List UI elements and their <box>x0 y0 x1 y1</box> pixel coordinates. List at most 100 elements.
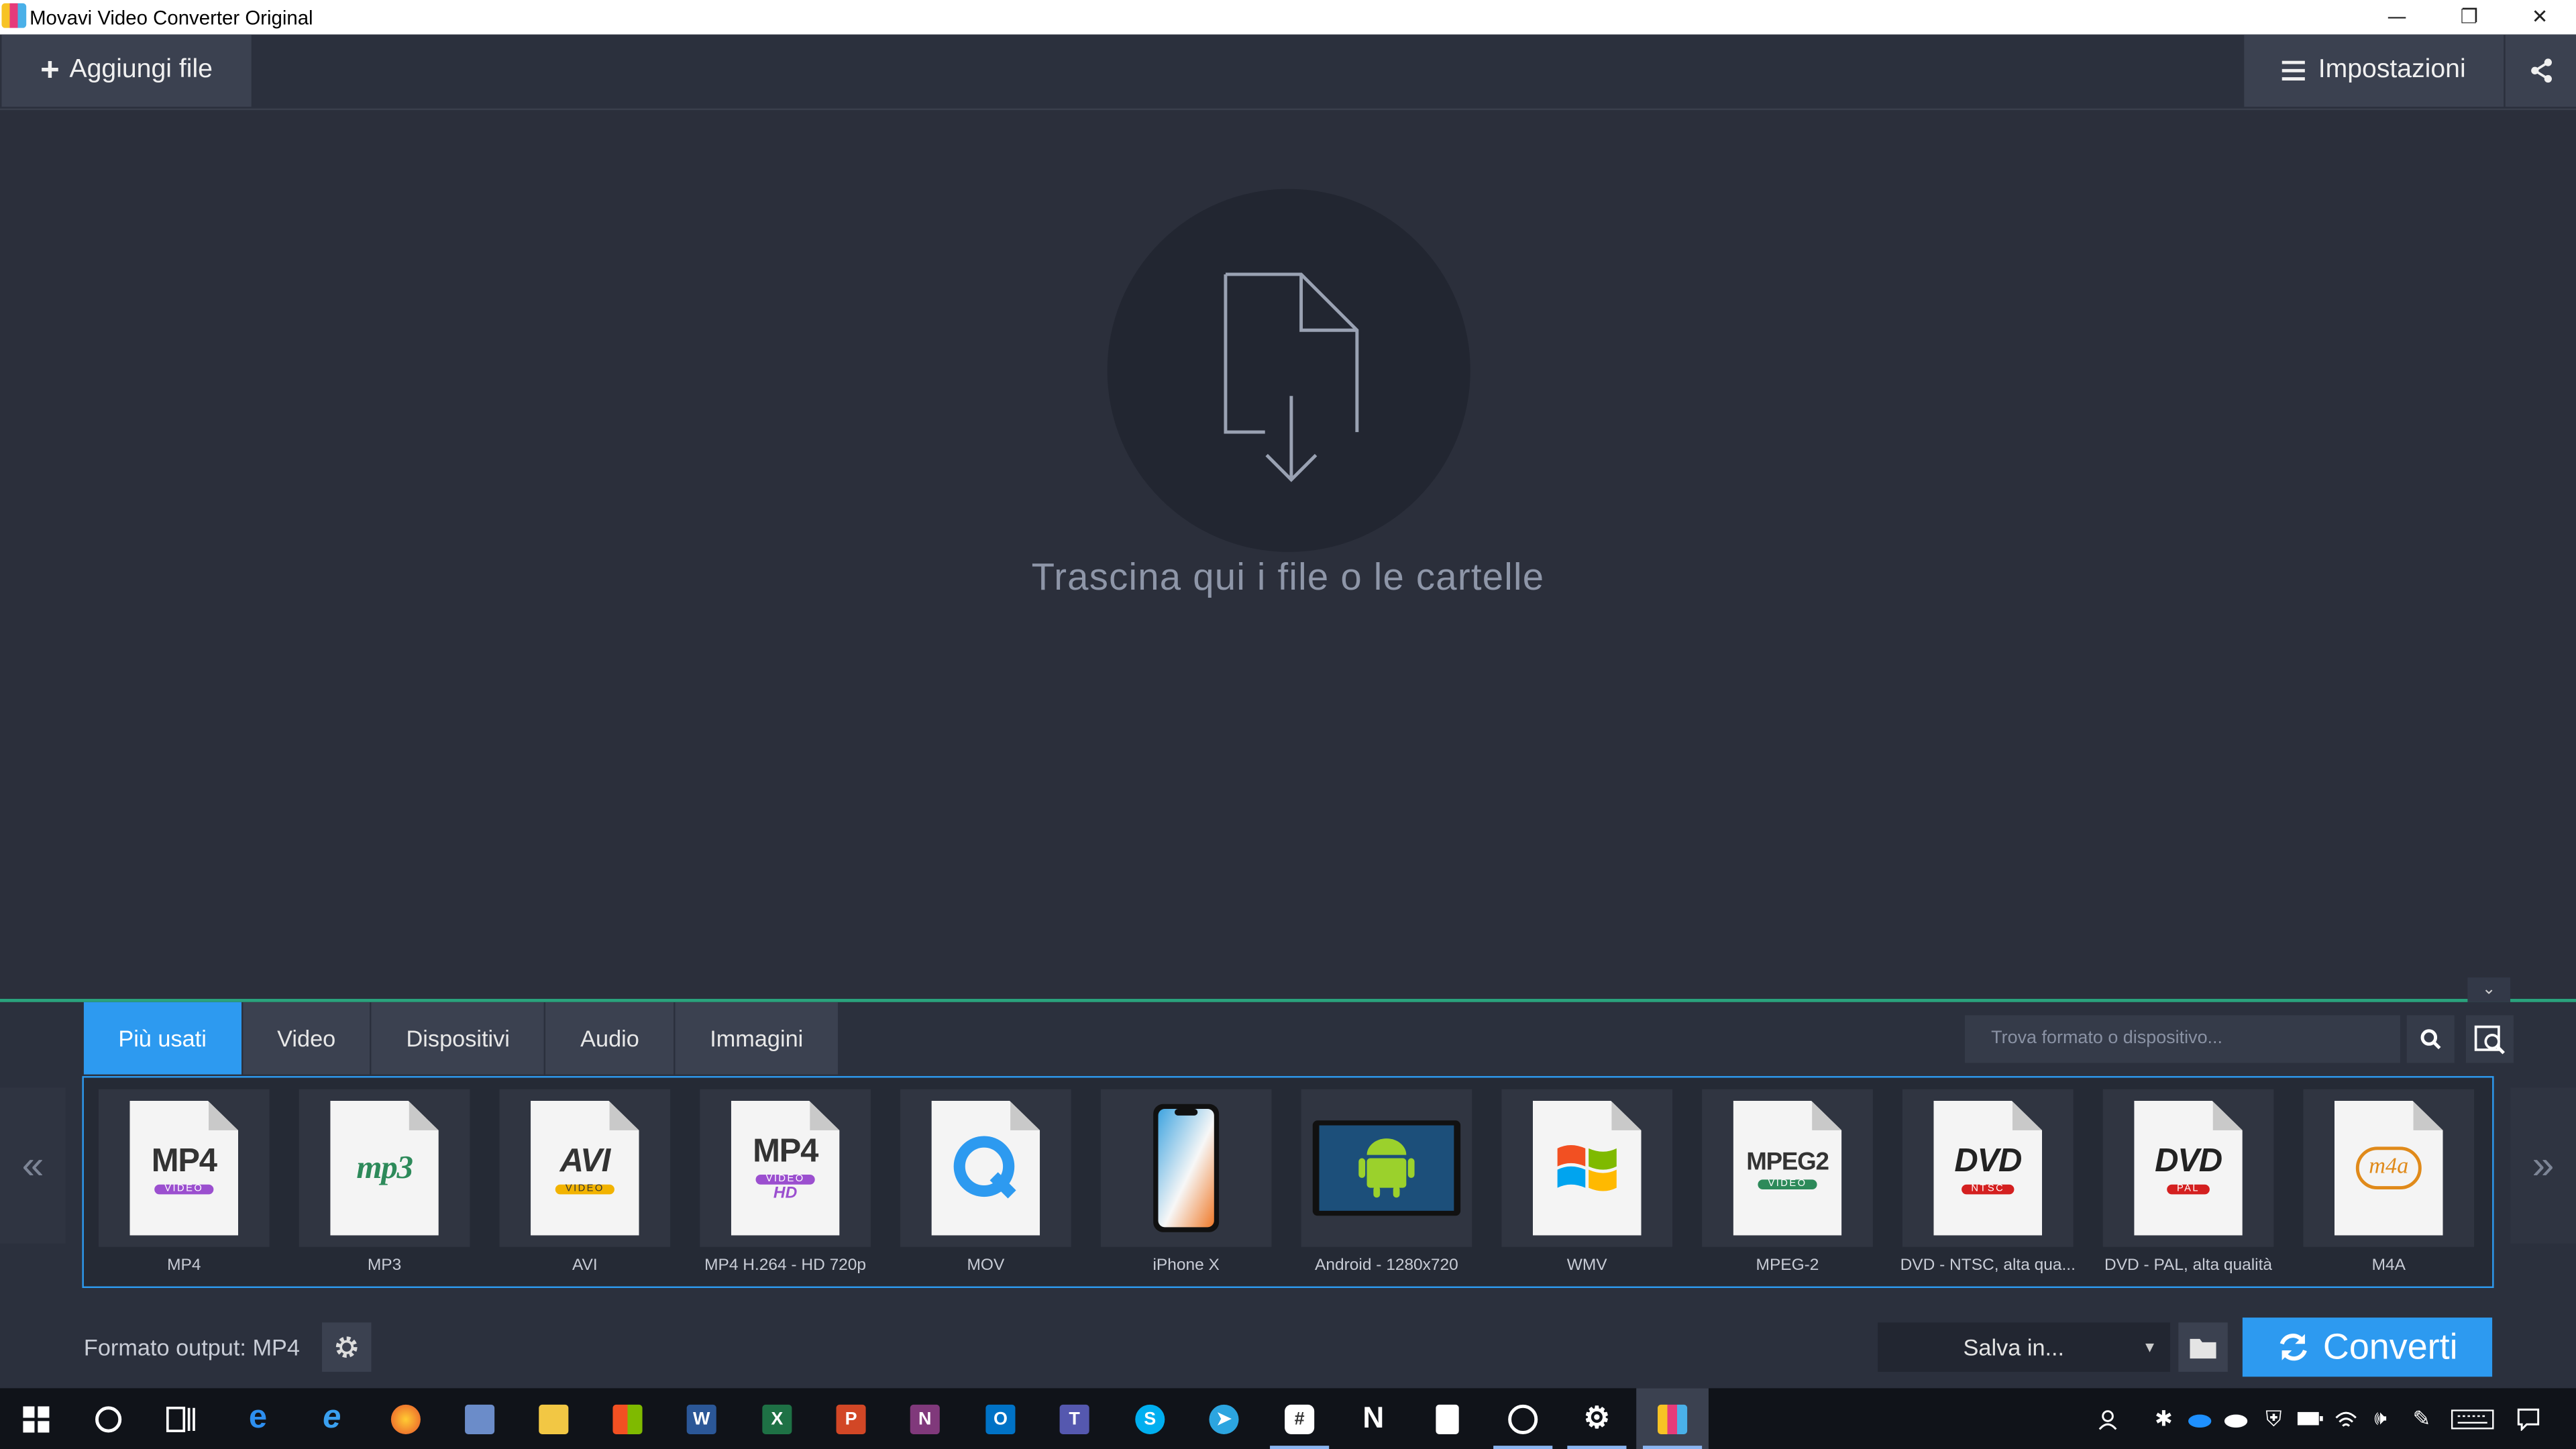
volume-icon[interactable]: 🕪 <box>2363 1388 2399 1449</box>
mp4-hd-icon: MP4 VIDEO HD <box>731 1100 840 1236</box>
onenote-icon: N <box>910 1403 940 1434</box>
windows-taskbar: e e W X P N O T S ➤ # N ⚙ ✱ ⛨ 🕪 ✎ <box>0 1388 2576 1449</box>
taskbar-store[interactable] <box>592 1388 664 1449</box>
quicktime-icon <box>931 1100 1040 1236</box>
double-chevron-down-icon: ⌄ <box>2481 981 2496 999</box>
detect-device-button[interactable] <box>2465 1015 2514 1063</box>
start-button[interactable] <box>0 1388 72 1449</box>
tab-video[interactable]: Video <box>242 1002 370 1075</box>
open-folder-button[interactable] <box>2178 1322 2228 1372</box>
taskbar-movavi[interactable] <box>1636 1388 1709 1449</box>
format-item-iphone-x[interactable]: iPhone X <box>1100 1089 1272 1277</box>
notification-center-icon[interactable] <box>2510 1388 2546 1449</box>
settings-button[interactable]: Impostazioni <box>2244 34 2504 107</box>
tab-audio[interactable]: Audio <box>545 1002 674 1075</box>
scroll-left-button[interactable]: « <box>0 1087 66 1244</box>
format-item-wmv[interactable]: WMV <box>1501 1089 1673 1277</box>
defender-icon[interactable]: ⛨ <box>2255 1388 2292 1449</box>
file-explorer-icon <box>539 1403 569 1434</box>
format-item-dvd-ntsc[interactable]: DVD NTSC DVD - NTSC, alta qua... <box>1900 1089 2076 1277</box>
outlook-icon: O <box>985 1403 1016 1434</box>
taskbar-skype[interactable]: S <box>1114 1388 1186 1449</box>
save-in-label: Salva in... <box>1963 1334 2065 1360</box>
firefox-icon <box>390 1403 421 1434</box>
taskbar-internet-explorer[interactable]: e <box>296 1388 368 1449</box>
taskbar-slack[interactable]: # <box>1263 1388 1336 1449</box>
format-label: DVD - NTSC, alta qua... <box>1900 1256 2076 1275</box>
task-view-button[interactable] <box>145 1388 217 1449</box>
format-label: MP4 <box>167 1256 201 1275</box>
restore-button[interactable]: ❐ <box>2433 0 2506 34</box>
onedrive-blue-icon[interactable] <box>2182 1388 2218 1449</box>
tab-devices[interactable]: Dispositivi <box>372 1002 545 1075</box>
network-tray-icon[interactable]: ✱ <box>2145 1388 2182 1449</box>
tab-images[interactable]: Immagini <box>675 1002 838 1075</box>
taskbar-media[interactable] <box>1487 1388 1559 1449</box>
add-file-button[interactable]: + Aggiungi file <box>1 34 252 107</box>
taskbar-outlook[interactable]: O <box>965 1388 1037 1449</box>
taskbar-settings[interactable]: ⚙ <box>1561 1388 1633 1449</box>
close-button[interactable]: ✕ <box>2504 0 2576 34</box>
taskbar-firefox[interactable] <box>370 1388 442 1449</box>
mp4-icon: MP4 VIDEO <box>129 1100 239 1236</box>
drop-hint: Trascina qui i file o le cartelle <box>1031 555 1545 598</box>
format-item-android[interactable]: Android - 1280x720 <box>1301 1089 1472 1277</box>
taskbar-powerpoint[interactable]: P <box>815 1388 888 1449</box>
window-title: Movavi Video Converter Original <box>30 6 313 30</box>
onedrive-icon[interactable] <box>2218 1388 2254 1449</box>
drop-zone[interactable] <box>1107 189 1470 552</box>
taskbar-teams[interactable]: T <box>1038 1388 1111 1449</box>
search-button[interactable] <box>2406 1015 2455 1063</box>
share-button[interactable] <box>2505 34 2576 107</box>
tab-most-used[interactable]: Più usati <box>83 1002 241 1075</box>
format-item-mov[interactable]: MOV <box>900 1089 1071 1277</box>
double-chevron-left-icon: « <box>21 1142 44 1187</box>
save-in-dropdown[interactable]: Salva in... ▼ <box>1878 1322 2171 1372</box>
battery-icon[interactable] <box>2292 1388 2328 1449</box>
taskbar-app-window[interactable] <box>443 1388 516 1449</box>
format-item-mp4-hd[interactable]: MP4 VIDEO HD MP4 H.264 - HD 720p <box>700 1089 871 1277</box>
format-item-avi[interactable]: AVI VIDEO AVI <box>499 1089 671 1277</box>
taskbar-excel[interactable]: X <box>741 1388 813 1449</box>
pen-icon[interactable]: ✎ <box>2404 1388 2440 1449</box>
convert-button[interactable]: Converti <box>2242 1318 2493 1377</box>
format-item-m4a[interactable]: m4a M4A <box>2303 1089 2475 1277</box>
scroll-right-button[interactable]: » <box>2510 1087 2576 1244</box>
format-tabs: Più usati Video Dispositivi Audio Immagi… <box>83 1002 839 1075</box>
format-label: M4A <box>2371 1256 2406 1275</box>
taskbar-word[interactable]: W <box>665 1388 738 1449</box>
taskbar-search-button[interactable] <box>72 1388 145 1449</box>
format-search-input[interactable]: Trova formato o dispositivo... <box>1964 1015 2400 1063</box>
powerpoint-icon: P <box>836 1403 866 1434</box>
format-label: AVI <box>572 1256 598 1275</box>
skype-icon: S <box>1135 1403 1165 1434</box>
keyboard-icon[interactable] <box>2448 1388 2497 1449</box>
teams-icon: T <box>1059 1403 1089 1434</box>
format-list: MP4 VIDEO MP4 mp3 MP3 AVI VIDEO AVI MP4 … <box>82 1076 2494 1289</box>
format-item-mp3[interactable]: mp3 MP3 <box>299 1089 470 1277</box>
wifi-icon[interactable] <box>2328 1388 2364 1449</box>
taskbar-file-explorer[interactable] <box>517 1388 590 1449</box>
taskbar-onenote[interactable]: N <box>889 1388 961 1449</box>
output-settings-button[interactable] <box>322 1322 372 1372</box>
media-icon <box>1508 1403 1538 1434</box>
telegram-icon: ➤ <box>1209 1403 1239 1434</box>
format-item-mpeg2[interactable]: MPEG2 VIDEO MPEG-2 <box>1702 1089 1873 1277</box>
taskbar-snip[interactable] <box>1411 1388 1484 1449</box>
caret-down-icon: ▼ <box>2142 1338 2157 1356</box>
windows-icon <box>23 1405 50 1432</box>
taskbar-edge[interactable]: e <box>222 1388 294 1449</box>
android-tablet-icon <box>1312 1120 1461 1216</box>
people-icon[interactable] <box>2092 1388 2128 1449</box>
collapse-panel-button[interactable]: ⌄ <box>2467 977 2511 1002</box>
dvd-ntsc-icon: DVD NTSC <box>1933 1100 2043 1236</box>
format-panel: Più usati Video Dispositivi Audio Immagi… <box>0 1002 2576 1389</box>
format-label: MPEG-2 <box>1756 1256 1819 1275</box>
minimize-button[interactable]: — <box>2361 0 2433 34</box>
format-item-mp4[interactable]: MP4 VIDEO MP4 <box>98 1089 270 1277</box>
title-bar: Movavi Video Converter Original — ❐ ✕ <box>0 0 2576 35</box>
app-window: Movavi Video Converter Original — ❐ ✕ + … <box>0 0 2576 1449</box>
taskbar-telegram[interactable]: ➤ <box>1188 1388 1260 1449</box>
format-item-dvd-pal[interactable]: DVD PAL DVD - PAL, alta qualità <box>2102 1089 2274 1277</box>
taskbar-notion[interactable]: N <box>1337 1388 1409 1449</box>
